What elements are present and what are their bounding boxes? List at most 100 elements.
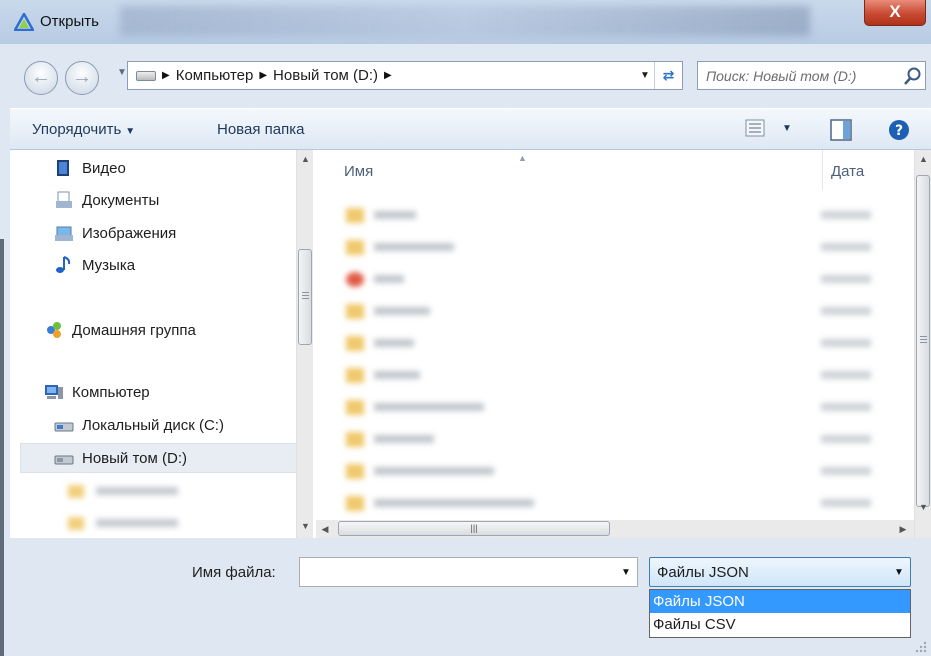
file-type-selected: Файлы JSON: [657, 563, 749, 581]
file-list-scrollbar[interactable]: ▲ ▼: [914, 150, 931, 538]
documents-library-icon: [56, 191, 72, 208]
column-header-name[interactable]: Имя: [344, 150, 373, 192]
navigation-pane-scrollbar[interactable]: ▲ ▼: [296, 150, 313, 538]
pictures-library-icon: [55, 226, 73, 241]
new-folder-button[interactable]: Новая папка: [217, 121, 304, 138]
file-type-dropdown-list: Файлы JSON Файлы CSV: [649, 589, 911, 638]
tree-item-label: Новый том (D:): [82, 449, 187, 467]
app-icon: [14, 13, 34, 31]
breadcrumb-drive-d[interactable]: Новый том (D:): [273, 67, 378, 84]
scroll-right-icon[interactable]: ▶: [894, 520, 912, 538]
tree-item-drive-d[interactable]: Новый том (D:): [20, 443, 298, 473]
back-button[interactable]: ←: [24, 61, 58, 95]
file-row[interactable]: [346, 334, 871, 352]
search-box[interactable]: [697, 61, 926, 90]
local-disk-icon: [54, 422, 74, 432]
title-bar: Открыть X: [0, 0, 931, 44]
file-type-option-csv[interactable]: Файлы CSV: [650, 613, 910, 636]
scrollbar-thumb[interactable]: [298, 249, 312, 345]
scroll-up-icon[interactable]: ▲: [915, 150, 931, 168]
file-type-select[interactable]: Файлы JSON ▼: [649, 557, 911, 587]
tree-item-label: Музыка: [82, 256, 136, 274]
computer-icon: [45, 385, 63, 399]
tree-item-pictures[interactable]: Изображения: [54, 218, 176, 248]
file-row[interactable]: [346, 494, 871, 512]
view-options-dropdown-icon[interactable]: ▼: [782, 123, 792, 134]
scrollbar-thumb[interactable]: |||: [338, 521, 610, 536]
file-row[interactable]: [346, 430, 871, 448]
tree-item-label: Документы: [82, 191, 160, 209]
homegroup-icon: [47, 322, 61, 338]
window-title: Открыть: [40, 13, 99, 30]
preview-pane-icon[interactable]: [830, 119, 852, 141]
column-separator[interactable]: [822, 150, 823, 190]
scroll-down-icon[interactable]: ▼: [915, 498, 931, 516]
resize-grip-icon[interactable]: [912, 638, 928, 654]
organize-button[interactable]: Упорядочить ▼: [32, 121, 135, 138]
search-icon[interactable]: [901, 64, 925, 88]
sort-ascending-icon: ▲: [518, 153, 527, 163]
forward-button[interactable]: →: [65, 61, 99, 95]
tree-item-label: Локальный диск (C:): [82, 416, 224, 434]
scroll-left-icon[interactable]: ◀: [316, 520, 334, 538]
file-row[interactable]: [346, 270, 871, 288]
file-type-option-json[interactable]: Файлы JSON: [650, 590, 910, 613]
recent-pages-dropdown-icon[interactable]: ▼: [117, 67, 127, 78]
breadcrumb-separator-icon[interactable]: ▶: [162, 70, 170, 81]
file-row[interactable]: [346, 238, 871, 256]
tree-item-label: Видео: [82, 159, 126, 177]
filename-input[interactable]: [300, 559, 615, 585]
main-area: Видео Документы Изображения Музыка Домаш…: [10, 150, 931, 538]
filename-label: Имя файла:: [192, 564, 276, 581]
view-details-icon[interactable]: [745, 118, 765, 138]
music-library-icon: [56, 256, 71, 273]
tree-item-drive-c[interactable]: Локальный диск (C:): [54, 410, 224, 440]
navigation-pane: Видео Документы Изображения Музыка Домаш…: [10, 150, 313, 538]
tree-subfolder[interactable]: [68, 484, 178, 498]
breadcrumb-computer[interactable]: Компьютер: [176, 67, 254, 84]
address-bar[interactable]: ▶ Компьютер ▶ Новый том (D:) ▶ ▼ ⇄: [127, 61, 683, 90]
tree-item-computer[interactable]: Компьютер: [44, 377, 150, 407]
search-input[interactable]: [698, 62, 901, 89]
chevron-down-icon[interactable]: ▼: [888, 567, 910, 578]
back-arrow-icon: ←: [31, 66, 51, 88]
forward-arrow-icon: →: [72, 66, 92, 88]
filename-combobox[interactable]: ▼: [299, 557, 638, 587]
command-bar: Упорядочить ▼ Новая папка ▼ ?: [10, 108, 931, 150]
address-dropdown-icon[interactable]: ▼: [636, 70, 654, 81]
scrollbar-thumb[interactable]: [916, 175, 930, 507]
file-row[interactable]: [346, 302, 871, 320]
tree-subfolder[interactable]: [68, 516, 178, 530]
computer-icon: [136, 70, 156, 81]
breadcrumb-separator-icon[interactable]: ▶: [384, 70, 392, 81]
title-bar-background: [120, 6, 810, 36]
column-header-date[interactable]: Дата: [831, 150, 864, 192]
file-row[interactable]: [346, 366, 871, 384]
tree-item-label: Домашняя группа: [72, 321, 196, 339]
chevron-down-icon[interactable]: ▼: [615, 567, 637, 578]
scroll-down-icon[interactable]: ▼: [297, 517, 314, 535]
tree-item-video[interactable]: Видео: [54, 153, 126, 183]
tree-item-homegroup[interactable]: Домашняя группа: [44, 315, 196, 345]
scroll-up-icon[interactable]: ▲: [297, 150, 314, 168]
organize-label: Упорядочить: [32, 121, 122, 138]
breadcrumb-separator-icon[interactable]: ▶: [259, 70, 267, 81]
drive-icon: [54, 455, 74, 465]
breadcrumb: ▶ Компьютер ▶ Новый том (D:) ▶: [128, 67, 636, 84]
video-library-icon: [57, 160, 69, 176]
refresh-icon[interactable]: ⇄: [654, 62, 682, 89]
tree-item-music[interactable]: Музыка: [54, 250, 135, 280]
file-row[interactable]: [346, 462, 871, 480]
close-button[interactable]: X: [864, 0, 926, 26]
file-list-horizontal-scrollbar[interactable]: ◀ ||| ▶: [316, 520, 914, 538]
help-icon[interactable]: ?: [888, 119, 910, 141]
file-row[interactable]: [346, 206, 871, 224]
tree-item-documents[interactable]: Документы: [54, 185, 159, 215]
svg-text:?: ?: [895, 123, 903, 139]
tree-item-label: Изображения: [82, 224, 177, 242]
chevron-down-icon: ▼: [125, 126, 136, 137]
file-list: ▲ Имя Дата: [326, 150, 931, 538]
file-row[interactable]: [346, 398, 871, 416]
window-border: [0, 239, 4, 656]
tree-item-label: Компьютер: [72, 383, 150, 401]
